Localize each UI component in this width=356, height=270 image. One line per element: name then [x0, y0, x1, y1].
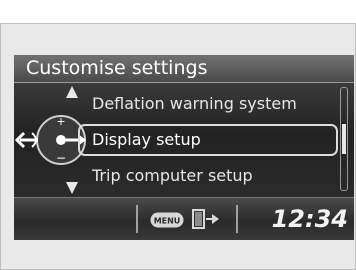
exit-door-icon[interactable]: [190, 208, 220, 230]
separator: [236, 205, 238, 233]
menu-item-trip-computer-setup[interactable]: Trip computer setup: [92, 166, 253, 185]
svg-text:+: +: [56, 115, 65, 128]
menu-item-display-setup[interactable]: Display setup: [92, 130, 201, 149]
settings-list: + − Deflation warning system Display set…: [14, 83, 354, 197]
scrollbar[interactable]: [340, 87, 348, 191]
menu-button-icon[interactable]: MENU: [150, 212, 184, 228]
menu-item-deflation-warning[interactable]: Deflation warning system: [92, 94, 297, 113]
title-bar: Customise settings: [14, 55, 354, 83]
menu-icon-label: MENU: [154, 217, 181, 226]
screen-title: Customise settings: [26, 57, 208, 79]
status-bar: MENU 12:34: [14, 197, 354, 240]
svg-text:−: −: [56, 151, 66, 165]
scrollbar-thumb[interactable]: [342, 124, 346, 154]
clock: 12:34: [271, 205, 348, 233]
separator: [136, 205, 138, 233]
display-screen: Customise settings + − Deflation warning…: [14, 55, 354, 240]
